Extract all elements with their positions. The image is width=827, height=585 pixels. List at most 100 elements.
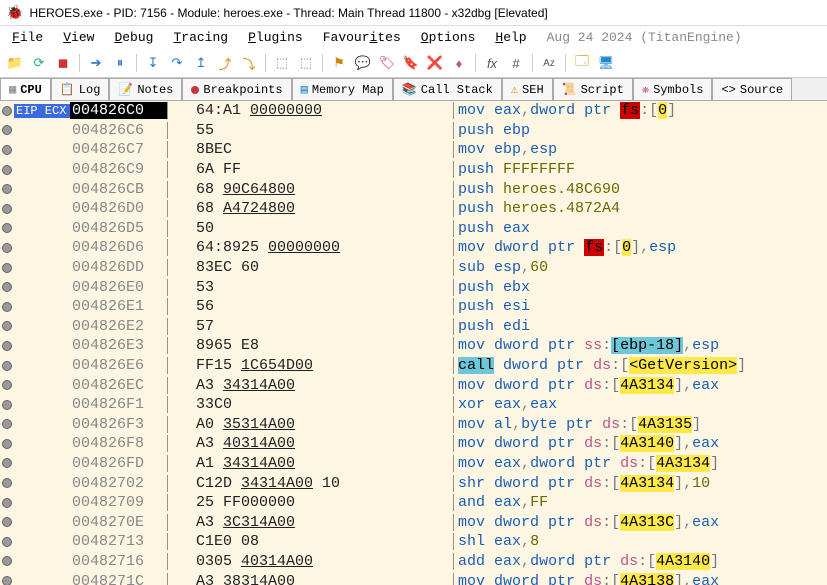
bytes-cell[interactable]: A0 35314A00 bbox=[192, 416, 454, 433]
bytes-cell[interactable]: 8965 E8 bbox=[192, 337, 454, 354]
pause-button[interactable]: ⏸ bbox=[109, 52, 131, 74]
address-cell[interactable]: 004826D6 bbox=[70, 239, 168, 256]
disasm-row[interactable]: 0048270EA3 3C314A00mov dword ptr ds:[4A3… bbox=[0, 512, 827, 532]
step-till-return-button[interactable]: ⤴ bbox=[214, 52, 236, 74]
breakpoint-gutter[interactable] bbox=[0, 125, 14, 135]
breakpoint-gutter[interactable] bbox=[0, 321, 14, 331]
disasm-row[interactable]: 004826C655push ebp bbox=[0, 121, 827, 141]
disasm-row[interactable]: 004826D6 64:8925 00000000mov dword ptr fs… bbox=[0, 238, 827, 258]
tab-symbols[interactable]: ❋ Symbols bbox=[633, 78, 713, 100]
disasm-cell[interactable]: call dword ptr ds:[<GetVersion>] bbox=[454, 357, 827, 374]
breakpoint-gutter[interactable] bbox=[0, 380, 14, 390]
variables-button[interactable]: ♦ bbox=[448, 52, 470, 74]
menu-view[interactable]: View bbox=[55, 28, 102, 47]
disasm-row[interactable]: 004826E257push edi bbox=[0, 317, 827, 337]
tab-breakpoints[interactable]: Breakpoints bbox=[182, 78, 291, 100]
bytes-cell[interactable]: 55 bbox=[192, 122, 454, 139]
step-into-button[interactable]: ↧ bbox=[142, 52, 164, 74]
appearance-button[interactable]: 🖥 bbox=[595, 52, 617, 74]
bytes-cell[interactable]: A1 34314A00 bbox=[192, 455, 454, 472]
disasm-cell[interactable]: xor eax,eax bbox=[454, 396, 827, 413]
breakpoint-gutter[interactable] bbox=[0, 282, 14, 292]
bytes-cell[interactable]: A3 40314A00 bbox=[192, 435, 454, 452]
bytes-cell[interactable]: 64:A1 00000000 bbox=[192, 102, 454, 119]
disasm-cell[interactable]: push eax bbox=[454, 220, 827, 237]
stop-button[interactable]: ◼ bbox=[52, 52, 74, 74]
bytes-cell[interactable]: A3 34314A00 bbox=[192, 377, 454, 394]
disasm-cell[interactable]: mov dword ptr ds:[4A313C],eax bbox=[454, 514, 827, 531]
disasm-row[interactable]: 004826D5 50push eax bbox=[0, 219, 827, 239]
breakpoint-gutter[interactable] bbox=[0, 400, 14, 410]
disasm-cell[interactable]: push FFFFFFFF bbox=[454, 161, 827, 178]
bytes-cell[interactable]: 6A FF bbox=[192, 161, 454, 178]
tab-seh[interactable]: ⚠ SEH bbox=[502, 78, 553, 100]
trace-into-button[interactable]: ⬚ bbox=[271, 52, 293, 74]
disasm-cell[interactable]: mov dword ptr ds:[4A3140],eax bbox=[454, 435, 827, 452]
bytes-cell[interactable]: 53 bbox=[192, 279, 454, 296]
address-cell[interactable]: 004826EC bbox=[70, 377, 168, 394]
disasm-row[interactable]: 004826EC A3 34314A00mov dword ptr ds:[4A3… bbox=[0, 375, 827, 395]
tab-memory-map[interactable]: ▤ Memory Map bbox=[292, 78, 393, 100]
tab-cpu[interactable]: ▦ CPU bbox=[0, 78, 51, 100]
run-button[interactable]: ➔ bbox=[85, 52, 107, 74]
disassembly-view[interactable]: EIP ECX004826C064:A1 00000000mov eax,dwo… bbox=[0, 101, 827, 585]
breakpoint-gutter[interactable] bbox=[0, 458, 14, 468]
menu-file[interactable]: File bbox=[4, 28, 51, 47]
menu-debug[interactable]: Debug bbox=[106, 28, 161, 47]
address-cell[interactable]: 004826D5 bbox=[70, 220, 168, 237]
restart-button[interactable]: ⟳ bbox=[28, 52, 50, 74]
address-cell[interactable]: 004826E6 bbox=[70, 357, 168, 374]
address-cell[interactable]: 00482713 bbox=[70, 533, 168, 550]
disasm-row[interactable]: 004826E6FF15 1C654D00call dword ptr ds:[… bbox=[0, 356, 827, 376]
breakpoint-gutter[interactable] bbox=[0, 576, 14, 585]
disasm-row[interactable]: 0048271CA3 38314A00mov dword ptr ds:[4A3… bbox=[0, 571, 827, 585]
disasm-cell[interactable]: mov dword ptr fs:[0],esp bbox=[454, 239, 827, 256]
breakpoint-gutter[interactable] bbox=[0, 478, 14, 488]
disasm-row[interactable]: 0048270925 FF000000and eax,FF bbox=[0, 493, 827, 513]
disasm-row[interactable]: 00482713C1E0 08shl eax,8 bbox=[0, 532, 827, 552]
address-cell[interactable]: 004826C6 bbox=[70, 122, 168, 139]
bytes-cell[interactable]: 68 A4724800 bbox=[192, 200, 454, 217]
breakpoint-gutter[interactable] bbox=[0, 361, 14, 371]
address-cell[interactable]: 004826D0 bbox=[70, 200, 168, 217]
disasm-cell[interactable]: sub esp,60 bbox=[454, 259, 827, 276]
disasm-row[interactable]: 00482702C12D 34314A00 10shr dword ptr ds… bbox=[0, 473, 827, 493]
breakpoint-gutter[interactable] bbox=[0, 517, 14, 527]
breakpoint-gutter[interactable] bbox=[0, 204, 14, 214]
address-cell[interactable]: 004826CB bbox=[70, 181, 168, 198]
breakpoint-gutter[interactable] bbox=[0, 537, 14, 547]
bytes-cell[interactable]: C12D 34314A00 10 bbox=[192, 475, 454, 492]
disasm-cell[interactable]: push heroes.48C690 bbox=[454, 181, 827, 198]
bytes-cell[interactable]: 8BEC bbox=[192, 141, 454, 158]
tab-script[interactable]: 📜 Script bbox=[553, 78, 633, 100]
address-cell[interactable]: 0048271C bbox=[70, 573, 168, 585]
breakpoint-gutter[interactable] bbox=[0, 263, 14, 273]
bytes-cell[interactable]: 68 90C64800 bbox=[192, 181, 454, 198]
disasm-cell[interactable]: mov eax,dword ptr fs:[0] bbox=[454, 102, 827, 119]
disasm-cell[interactable]: shl eax,8 bbox=[454, 533, 827, 550]
breakpoint-gutter[interactable] bbox=[0, 419, 14, 429]
disasm-cell[interactable]: mov dword ptr ds:[4A3134],eax bbox=[454, 377, 827, 394]
bytes-cell[interactable]: 57 bbox=[192, 318, 454, 335]
address-cell[interactable]: 00482709 bbox=[70, 494, 168, 511]
breakpoint-gutter[interactable] bbox=[0, 439, 14, 449]
settings-button[interactable]: 🗔 bbox=[571, 52, 593, 74]
address-cell[interactable]: 00482716 bbox=[70, 553, 168, 570]
disasm-row[interactable]: 004826C96A FFpush FFFFFFFF bbox=[0, 160, 827, 180]
disasm-cell[interactable]: mov ebp,esp bbox=[454, 141, 827, 158]
disasm-cell[interactable]: shr dword ptr ds:[4A3134],10 bbox=[454, 475, 827, 492]
breakpoint-gutter[interactable] bbox=[0, 106, 14, 116]
bytes-cell[interactable]: 50 bbox=[192, 220, 454, 237]
disasm-cell[interactable]: push esi bbox=[454, 298, 827, 315]
address-cell[interactable]: 004826F1 bbox=[70, 396, 168, 413]
bytes-cell[interactable]: 64:8925 00000000 bbox=[192, 239, 454, 256]
fx-button[interactable]: fx bbox=[481, 52, 503, 74]
disasm-row[interactable]: 004826FDA1 34314A00mov eax,dword ptr ds:… bbox=[0, 454, 827, 474]
breakpoint-gutter[interactable] bbox=[0, 165, 14, 175]
bytes-cell[interactable]: A3 38314A00 bbox=[192, 573, 454, 585]
labels-button[interactable]: 🏷 bbox=[376, 52, 398, 74]
menu-plugins[interactable]: Plugins bbox=[240, 28, 311, 47]
comments-button[interactable]: 💬 bbox=[352, 52, 374, 74]
tab-call-stack[interactable]: 📚 Call Stack bbox=[393, 78, 502, 100]
bytes-cell[interactable]: 83EC 60 bbox=[192, 259, 454, 276]
